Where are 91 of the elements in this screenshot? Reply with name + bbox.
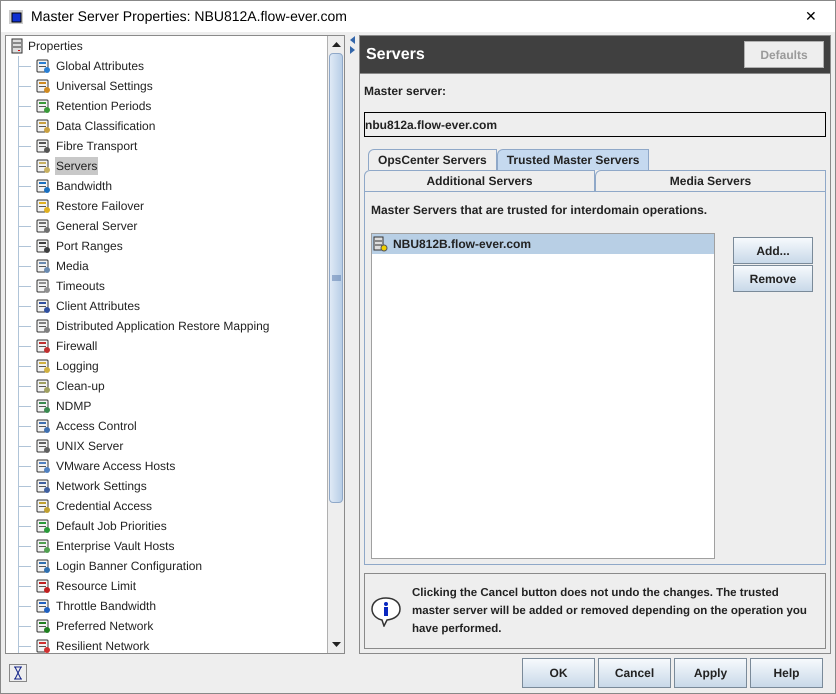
dialog-button[interactable]: Add... (733, 237, 813, 264)
tree-item[interactable]: Preferred Network (55, 617, 154, 635)
close-button[interactable]: ✕ (795, 6, 827, 27)
info-icon (370, 595, 402, 627)
app-icon (9, 10, 23, 24)
tree-item[interactable]: Global Attributes (55, 57, 146, 75)
tree-item-icon (35, 198, 51, 214)
scroll-up-icon[interactable] (332, 42, 340, 47)
field-label: Master server: (364, 83, 448, 100)
dialog-button[interactable]: OK (522, 658, 595, 688)
collapse-left-icon[interactable] (350, 36, 354, 44)
tree-item[interactable]: Data Classification (55, 117, 156, 135)
tree-item-icon (35, 558, 51, 574)
tab[interactable]: Additional Servers (364, 170, 595, 191)
expand-right-icon[interactable] (350, 46, 354, 54)
tree-item-icon (35, 338, 51, 354)
scrollbar[interactable] (327, 36, 344, 653)
tree-item[interactable]: Universal Settings (55, 77, 154, 95)
dialog-button[interactable]: Help (750, 658, 823, 688)
tree-item-icon (35, 118, 51, 134)
tree-item[interactable]: NDMP (55, 397, 92, 415)
tree-item[interactable]: UNIX Server (55, 437, 124, 455)
dialog-button[interactable]: Remove (733, 265, 813, 292)
tree-item-icon (35, 138, 51, 154)
tree-item-icon (35, 218, 51, 234)
tree-item[interactable]: Media (55, 257, 90, 275)
server-icon (10, 38, 24, 54)
tree-item-icon (35, 158, 51, 174)
tree-item[interactable]: Resilient Network (55, 637, 150, 653)
tree-item[interactable]: Throttle Bandwidth (55, 597, 158, 615)
tab[interactable]: OpsCenter Servers (368, 149, 497, 170)
tree-item[interactable]: Credential Access (55, 497, 154, 515)
tree-item-icon (35, 98, 51, 114)
tree-item-icon (35, 378, 51, 394)
tree-item[interactable]: Servers (55, 157, 98, 175)
tree-item-icon (35, 538, 51, 554)
tree-item[interactable]: Clean-up (55, 377, 106, 395)
tab[interactable]: Media Servers (595, 170, 826, 191)
tree-item-icon (35, 618, 51, 634)
tree-item-icon (35, 638, 51, 653)
scroll-down-icon[interactable] (332, 642, 340, 647)
tree-item[interactable]: Access Control (55, 417, 138, 435)
tree-item[interactable]: Login Banner Configuration (55, 557, 204, 575)
tree-item[interactable]: Enterprise Vault Hosts (55, 537, 176, 555)
hourglass-icon[interactable] (9, 664, 27, 682)
tree-item[interactable]: Default Job Priorities (55, 517, 168, 535)
tree-item-icon (35, 278, 51, 294)
tree-item[interactable]: Network Settings (55, 477, 148, 495)
server-name: NBU812B.flow-ever.com (393, 236, 532, 253)
panel-title: Servers (366, 44, 425, 64)
tree-item-icon (35, 418, 51, 434)
tree-item-icon (35, 258, 51, 274)
tree-item[interactable]: Port Ranges (55, 237, 124, 255)
tree-item[interactable]: Fibre Transport (55, 137, 138, 155)
tree-item[interactable]: Retention Periods (55, 97, 152, 115)
tree-item[interactable]: Client Attributes (55, 297, 142, 315)
tree-item[interactable]: Bandwidth (55, 177, 114, 195)
tree-item-icon (35, 298, 51, 314)
tree-item[interactable]: VMware Access Hosts (55, 457, 176, 475)
tree-item-icon (35, 518, 51, 534)
tree-item-icon (35, 58, 51, 74)
tree-item[interactable]: Distributed Application Restore Mapping (55, 317, 270, 335)
tree-item-icon (35, 498, 51, 514)
tree-item-icon (35, 598, 51, 614)
tree-item-icon (35, 238, 51, 254)
tree-item-icon (35, 318, 51, 334)
tree-item-icon (35, 178, 51, 194)
info-text: Clicking the Cancel button does not undo the changes. The trusted master server will be added or removed depending on the operation you have performed. (412, 586, 808, 637)
tree-root[interactable]: Properties (28, 37, 83, 55)
window-title: Master Server Properties: NBU812A.flow-ever.com (31, 7, 348, 26)
tree-item[interactable]: Resource Limit (55, 577, 138, 595)
server-icon (373, 236, 388, 252)
tree-item-icon (35, 358, 51, 374)
tree-item[interactable]: Firewall (55, 337, 98, 355)
tree-item-icon (35, 438, 51, 454)
tree-item-icon (35, 478, 51, 494)
tree-item-icon (35, 398, 51, 414)
dialog-button[interactable]: Apply (674, 658, 747, 688)
tree-item[interactable]: General Server (55, 217, 138, 235)
dialog-button[interactable]: Cancel (598, 658, 671, 688)
tree-item[interactable]: Restore Failover (55, 197, 146, 215)
tab[interactable]: Trusted Master Servers (496, 149, 650, 170)
list-item[interactable]: NBU812B.flow-ever.com (372, 234, 714, 254)
tree-item[interactable]: Logging (55, 357, 100, 375)
grip-icon (332, 275, 340, 281)
tree-item-icon (35, 78, 51, 94)
master-server-field[interactable]: nbu812a.flow-ever.com (364, 112, 826, 137)
tree-item-icon (35, 458, 51, 474)
tree-item-icon (35, 578, 51, 594)
description: Master Servers that are trusted for interdomain operations. (371, 202, 708, 219)
tree-item[interactable]: Timeouts (55, 277, 106, 295)
